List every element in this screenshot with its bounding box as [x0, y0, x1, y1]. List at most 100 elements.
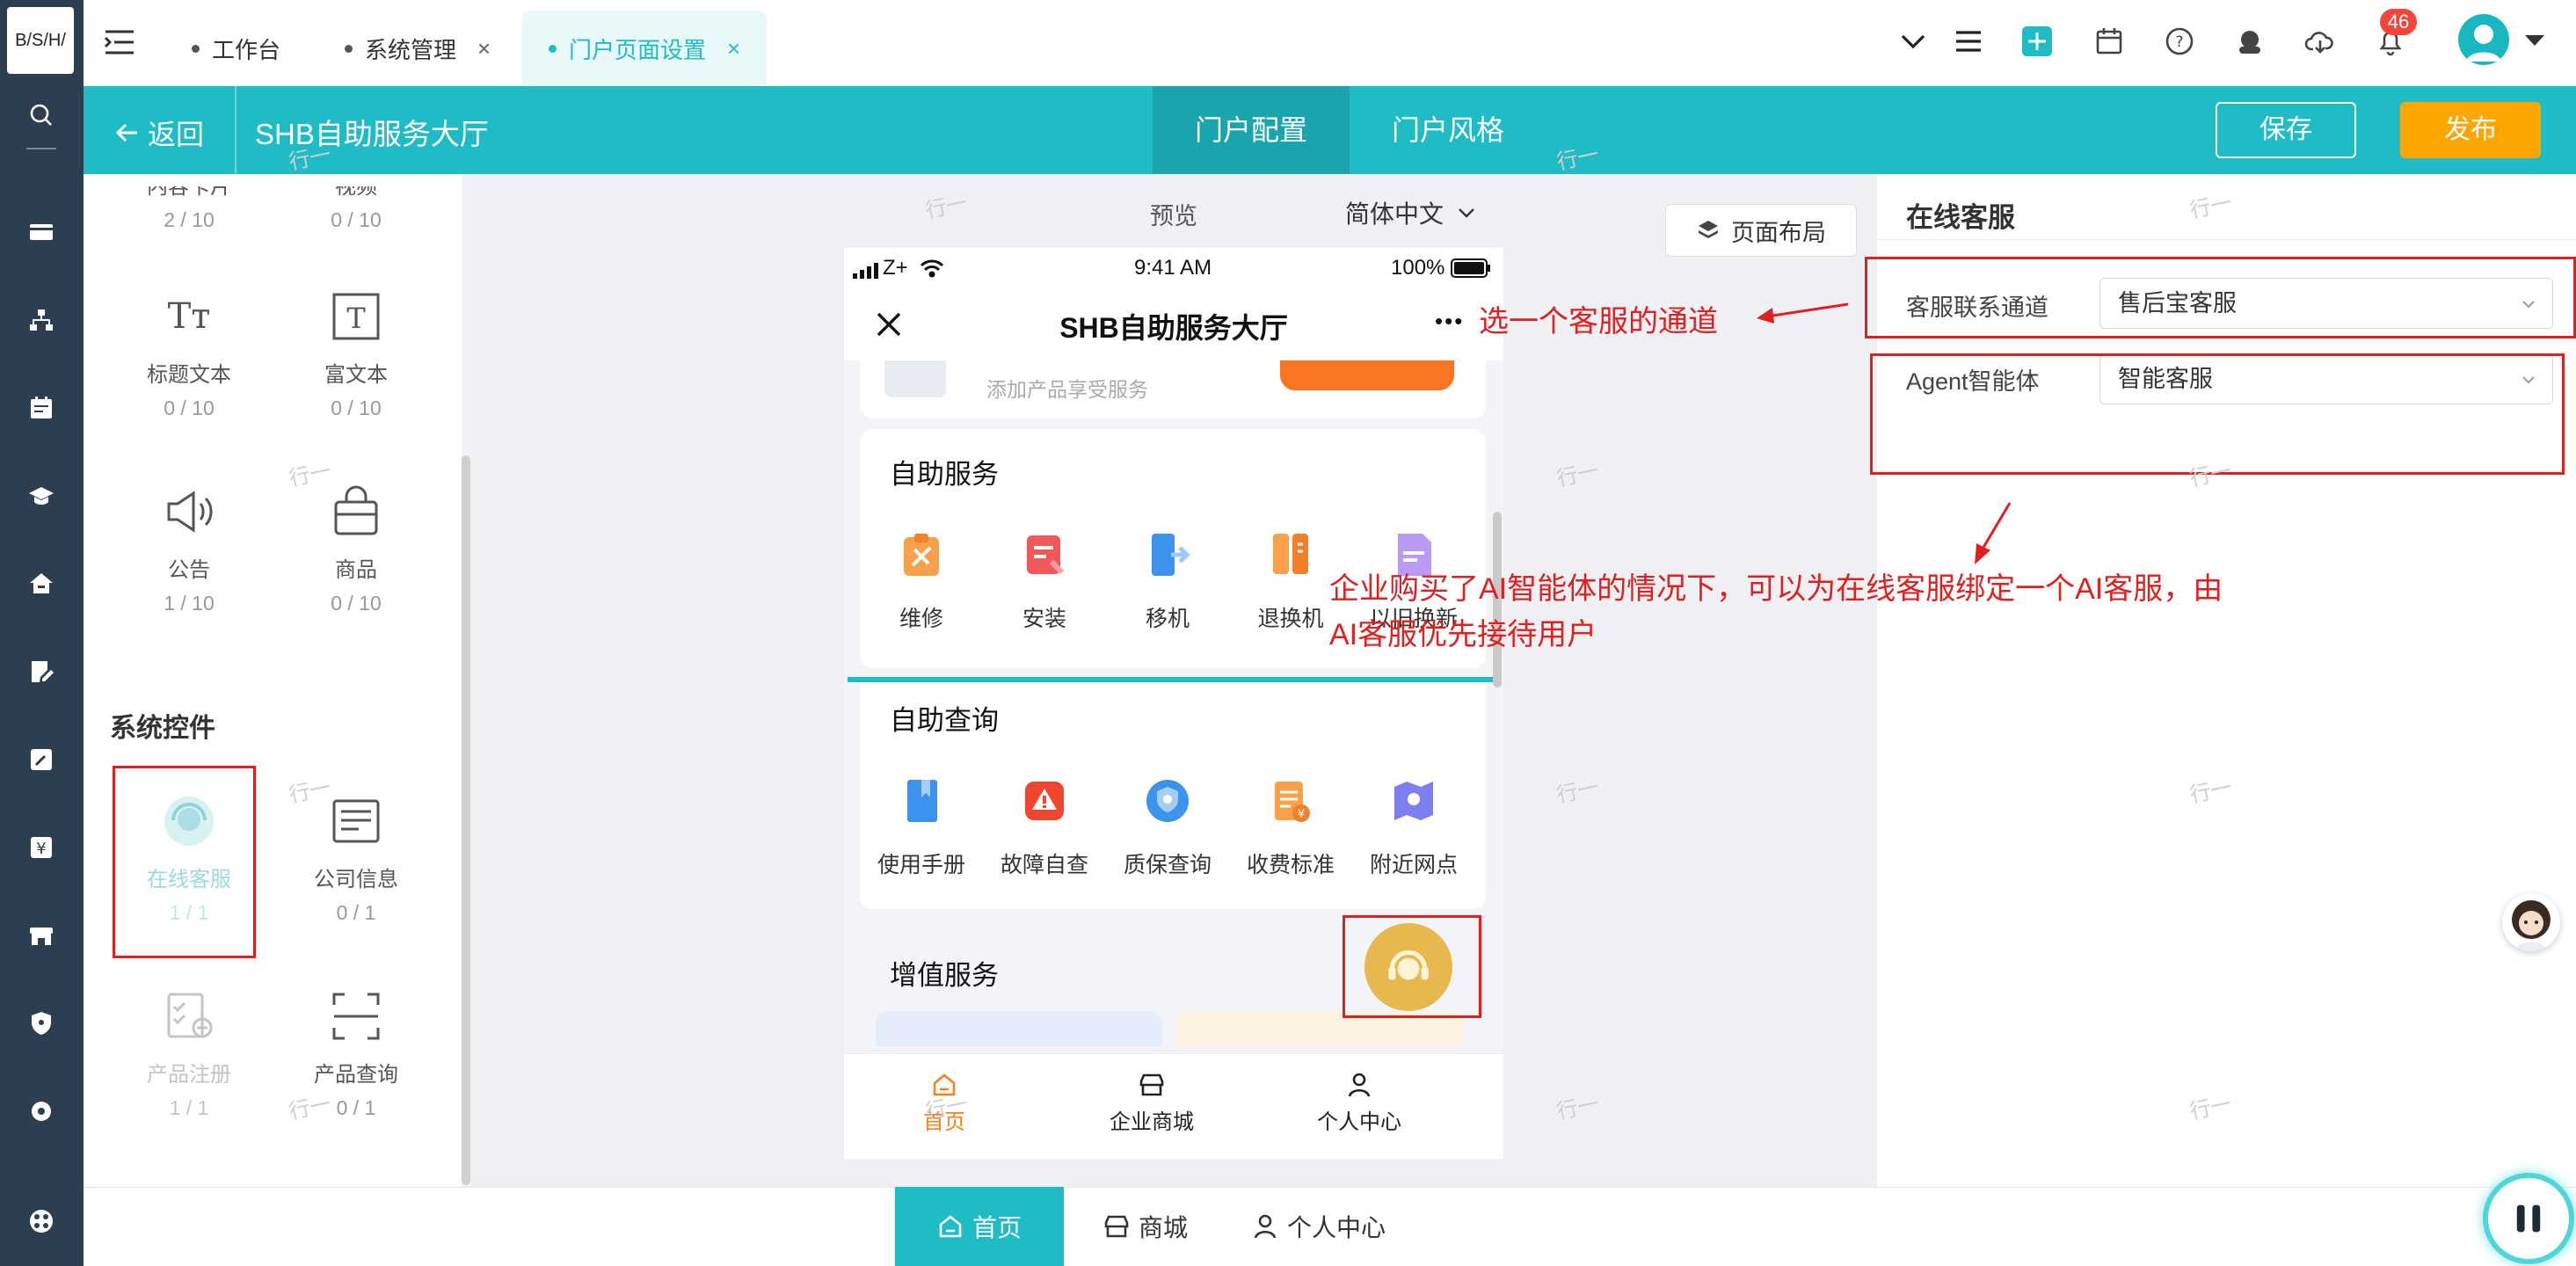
hamburger-menu-icon[interactable] — [1948, 21, 1989, 62]
tools-icon[interactable] — [23, 741, 60, 778]
relocate-icon — [1106, 524, 1229, 586]
yuan-icon[interactable]: ¥ — [23, 829, 60, 866]
fee-icon: ¥ — [1229, 770, 1352, 832]
checklist-add-icon — [123, 981, 255, 1051]
properties-divider — [1877, 239, 2576, 240]
service-repair[interactable]: 维修 — [860, 524, 983, 633]
palette-item-count: 1 / 1 — [169, 1096, 209, 1119]
nav-label: 个人中心 — [1317, 1110, 1401, 1134]
publish-button[interactable]: 发布 — [2400, 102, 2541, 158]
customer-service-icon[interactable] — [2230, 21, 2270, 62]
edit-document-icon[interactable] — [23, 653, 60, 690]
annotation-arrow-agent — [1969, 501, 2013, 566]
tab-portal-config[interactable]: 门户配置 — [1153, 86, 1350, 174]
graduation-cap-icon[interactable] — [23, 477, 60, 514]
bottom-tab-home[interactable]: 首页 — [895, 1187, 1064, 1266]
product-image — [884, 360, 946, 397]
assistant-avatar[interactable] — [2502, 893, 2560, 951]
bottom-tab-label: 个人中心 — [1286, 1214, 1386, 1241]
svg-text:Tт: Tт — [168, 296, 211, 337]
menu-collapse-icon[interactable] — [102, 25, 137, 60]
language-select[interactable]: 简体中文 — [1345, 195, 1477, 230]
query-nearby-outlets[interactable]: 附近网点 — [1352, 770, 1475, 879]
close-icon[interactable]: × — [477, 35, 491, 62]
tab-portal-style[interactable]: 门户风格 — [1350, 86, 1546, 174]
help-icon[interactable]: ? — [2159, 21, 2200, 62]
battery-icon — [1451, 258, 1491, 278]
nav-label: 企业商城 — [1110, 1110, 1194, 1134]
more-icon[interactable]: ••• — [1435, 308, 1464, 335]
bottom-tab-mall[interactable]: 商城 — [1088, 1187, 1203, 1266]
page-layout-button[interactable]: 页面布局 — [1665, 204, 1857, 257]
wifi-icon — [920, 258, 944, 278]
back-button[interactable]: 返回 — [114, 113, 204, 153]
svg-text:¥: ¥ — [36, 840, 46, 858]
tab-system-management[interactable]: 系统管理 × — [318, 11, 517, 86]
service-relocate[interactable]: 移机 — [1106, 524, 1229, 633]
cloud-download-icon[interactable] — [2300, 21, 2340, 62]
phone-status-bar: Z+ 9:41 AM 100% — [844, 248, 1503, 288]
back-label: 返回 — [148, 119, 205, 150]
query-fee-standard[interactable]: ¥ 收费标准 — [1229, 770, 1352, 879]
rich-text-icon: T — [290, 281, 422, 352]
avatar-dropdown-icon[interactable] — [2523, 32, 2546, 49]
palette-item-announcement[interactable]: 公告 1 / 10 — [123, 477, 255, 615]
close-icon[interactable]: × — [727, 35, 740, 62]
palette-item-name: 产品查询 — [314, 1063, 398, 1087]
bottom-tab-label: 首页 — [971, 1214, 1022, 1241]
store-icon — [1139, 1073, 1164, 1096]
svg-text:?: ? — [2175, 33, 2183, 51]
warranty-shield-icon — [1106, 770, 1229, 832]
card-icon[interactable] — [23, 214, 60, 251]
bottom-tab-profile[interactable]: 个人中心 — [1240, 1187, 1398, 1266]
apps-icon[interactable] — [23, 1203, 60, 1240]
palette-item-count: 0 / 10 — [164, 397, 215, 419]
save-button[interactable]: 保存 — [2216, 102, 2356, 158]
tab-workbench[interactable]: 工作台 — [165, 11, 307, 86]
tab-portal-page-settings[interactable]: 门户页面设置 × — [522, 11, 768, 86]
query-warranty[interactable]: 质保查询 — [1106, 770, 1229, 879]
battery-label: 100% — [1391, 256, 1445, 280]
home-icon[interactable] — [23, 565, 60, 602]
annotation-channel: 选一个客服的通道 — [1479, 305, 1718, 338]
search-icon[interactable] — [23, 97, 60, 134]
palette-item-count: 0 / 10 — [331, 592, 382, 615]
page-layout-label: 页面布局 — [1731, 219, 1826, 246]
system-controls-title: 系统控件 — [110, 714, 215, 743]
store-icon[interactable] — [23, 917, 60, 954]
avatar[interactable] — [2458, 14, 2509, 65]
register-button[interactable] — [1280, 360, 1454, 390]
megaphone-icon — [123, 477, 255, 547]
gear-icon[interactable] — [23, 1093, 60, 1130]
product-register-card[interactable]: 添加产品享受服务 — [860, 360, 1486, 418]
org-chart-icon[interactable] — [23, 302, 60, 338]
tab-dot — [549, 44, 557, 53]
section-title: 增值服务 — [890, 960, 999, 991]
install-icon — [983, 524, 1106, 586]
value-card-1[interactable] — [876, 1011, 1162, 1046]
calendar-icon[interactable] — [2089, 21, 2129, 62]
palette-item-rich-text[interactable]: T 富文本 0 / 10 — [290, 281, 422, 420]
shield-icon[interactable] — [23, 1005, 60, 1042]
pause-button[interactable] — [2483, 1173, 2574, 1264]
register-hint: 添加产品享受服务 — [986, 378, 1148, 401]
tab-label: 工作台 — [212, 36, 281, 63]
palette-item-title-text[interactable]: Tт 标题文本 0 / 10 — [123, 281, 255, 420]
palette-item-product-register[interactable]: 产品注册 1 / 1 — [123, 981, 255, 1120]
add-icon[interactable] — [2017, 21, 2057, 62]
self-query-card: 自助查询 使用手册 故障自查 质保查询 ¥ 收费标准 附近网点 — [860, 682, 1486, 909]
query-manual[interactable]: 使用手册 — [860, 770, 983, 879]
service-label: 安装 — [1022, 607, 1066, 631]
service-install[interactable]: 安装 — [983, 524, 1106, 633]
chevron-down-icon[interactable] — [1893, 21, 1933, 62]
palette-scrollbar[interactable] — [462, 455, 470, 1185]
phone-nav-profile[interactable]: 个人中心 — [1271, 1071, 1447, 1135]
phone-nav-mall[interactable]: 企业商城 — [1064, 1071, 1240, 1135]
preview-label: 预览 — [1150, 203, 1197, 229]
annotation-box-floating-service — [1343, 915, 1481, 1018]
map-icon — [1352, 770, 1475, 832]
palette-item-company-info[interactable]: 公司信息 0 / 1 — [290, 786, 422, 925]
palette-item-goods[interactable]: 商品 0 / 10 — [290, 477, 422, 615]
calendar-icon[interactable] — [23, 389, 60, 426]
query-fault-self-check[interactable]: 故障自查 — [983, 770, 1106, 879]
